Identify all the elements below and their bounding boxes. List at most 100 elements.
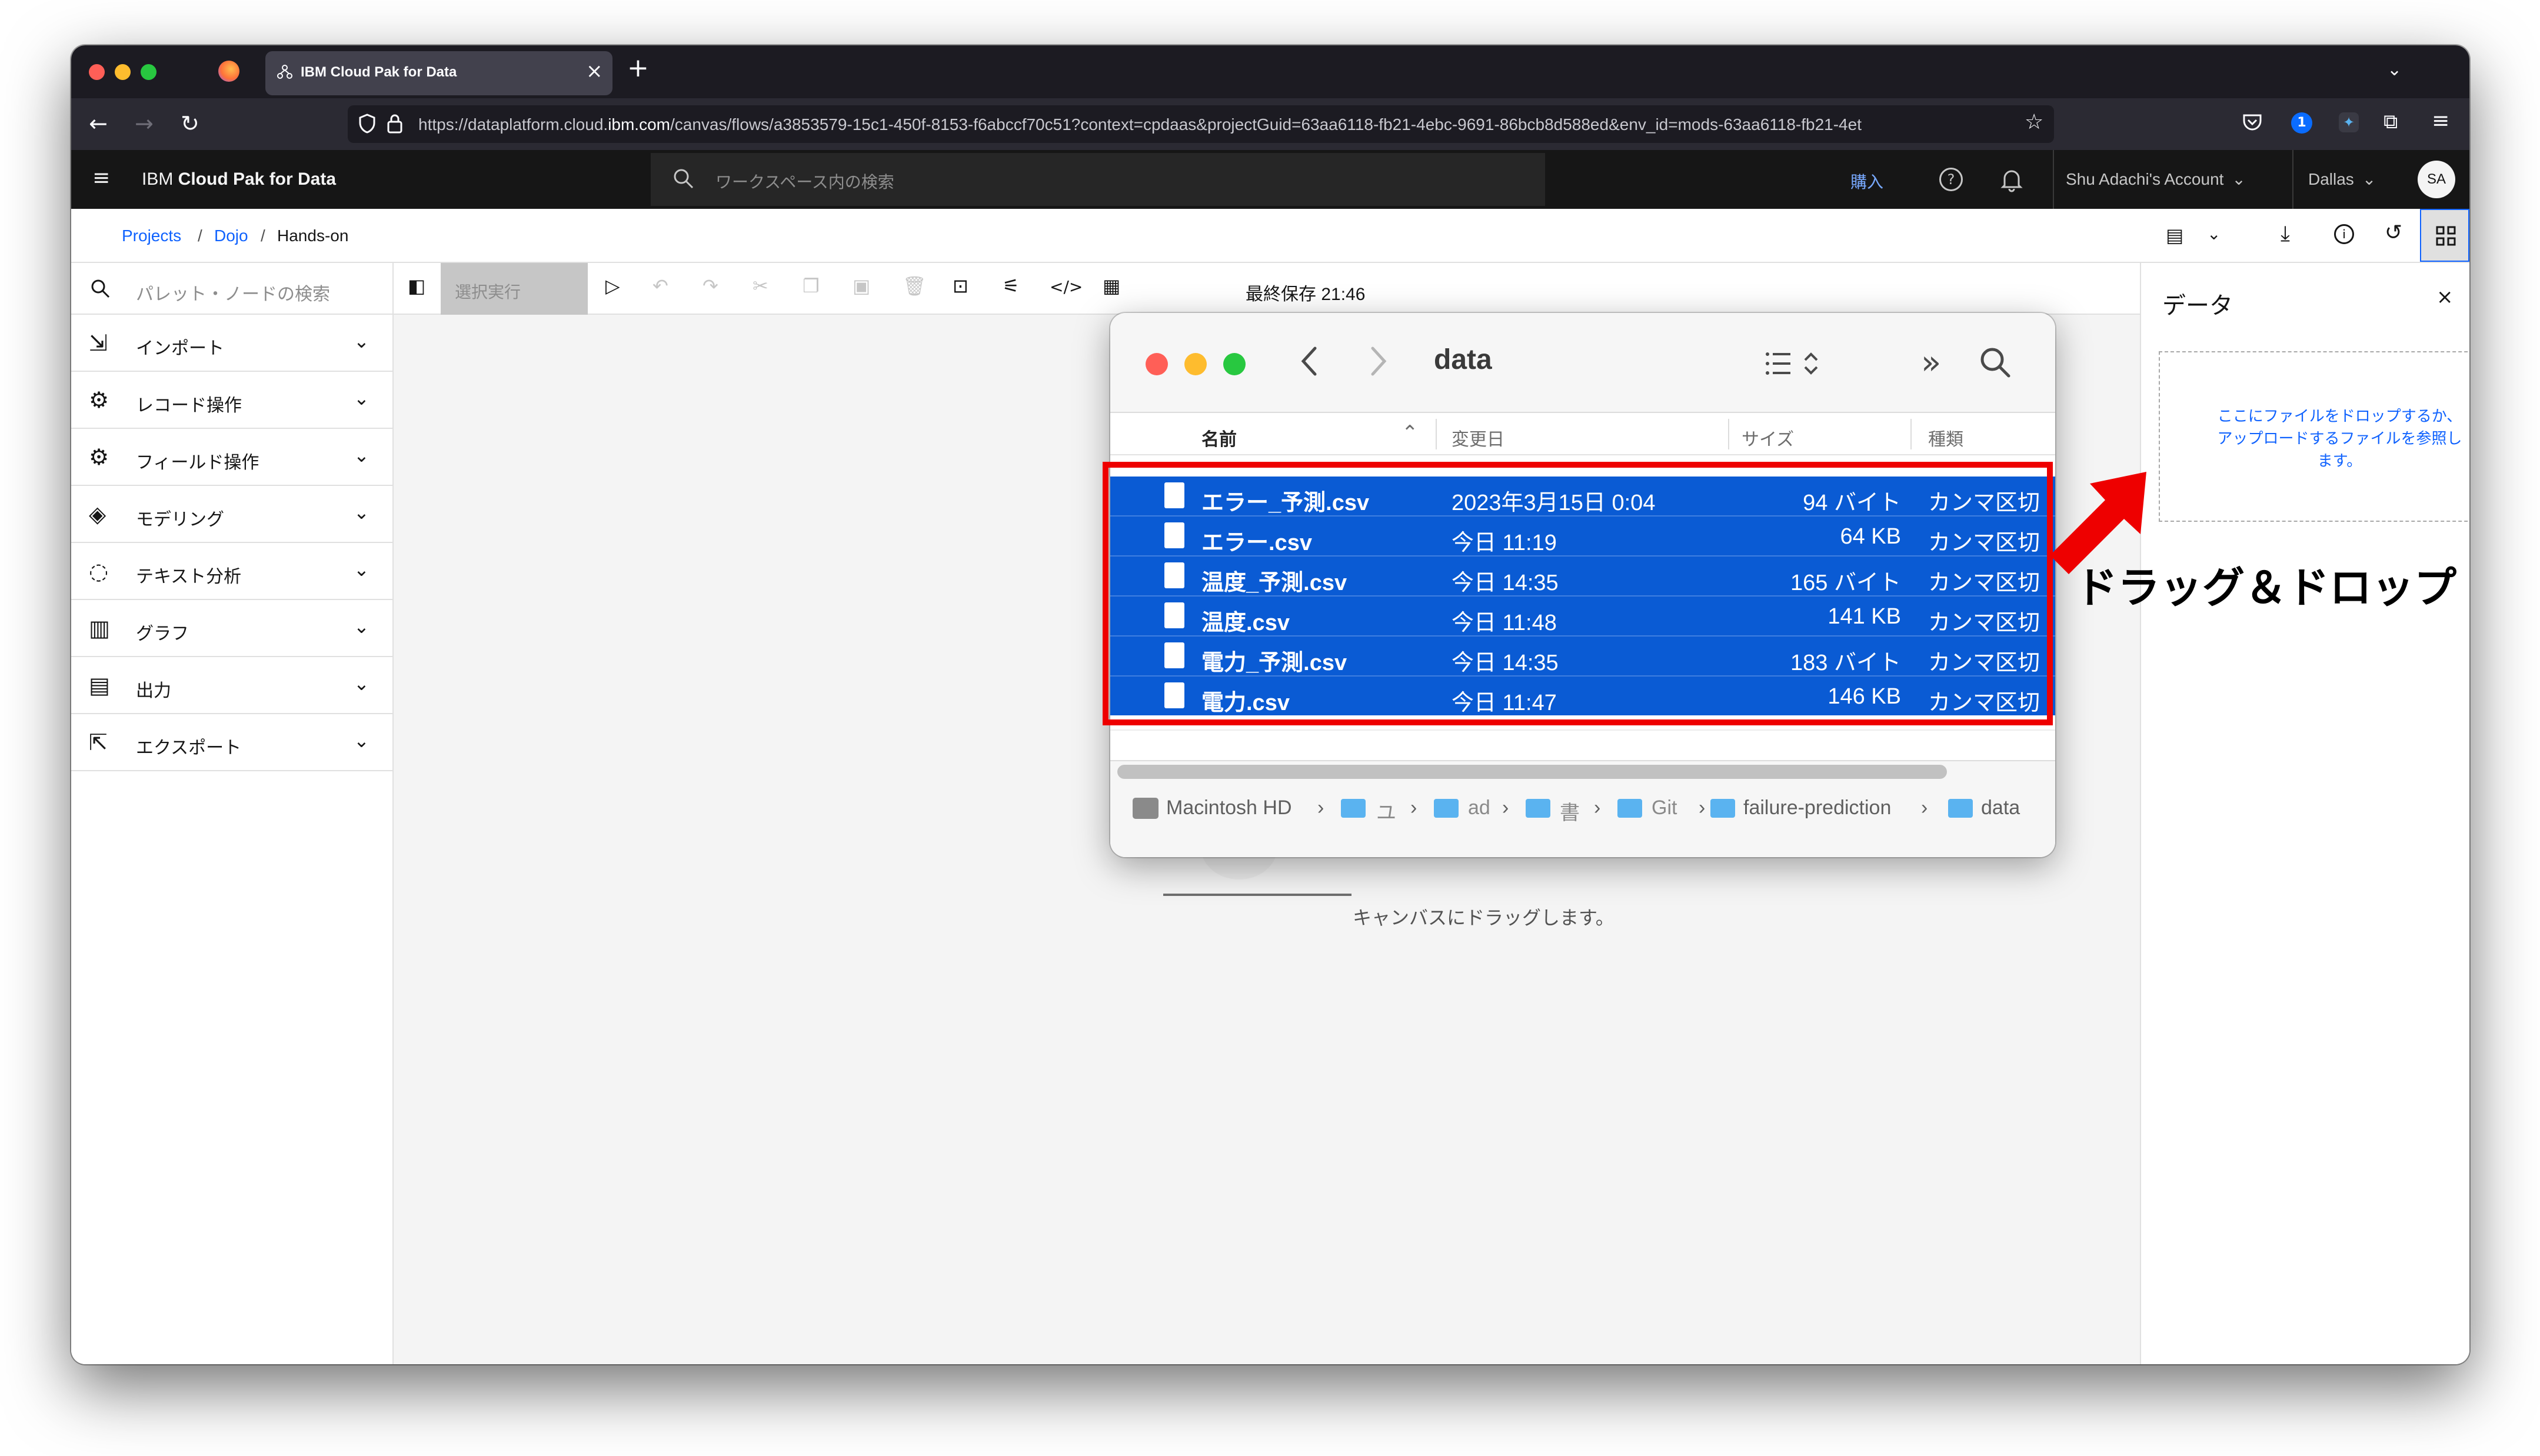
product-title[interactable]: IBM Cloud Pak for Data [142, 169, 336, 189]
sort-ascending-chevron-icon[interactable]: ⌃ [1402, 421, 1419, 445]
cut-icon[interactable]: ✂ [753, 275, 768, 297]
finder-view-options-chevron-icon[interactable] [1802, 349, 1820, 378]
flow-settings-icon[interactable]: ▤ [2166, 224, 2183, 246]
path-segment[interactable]: ユ [1376, 797, 1396, 825]
flow-settings-chevron-icon[interactable]: ⌄ [2207, 224, 2221, 244]
palette-search-placeholder: パレット・ノードの検索 [136, 285, 330, 304]
export-icon: ⇱ [89, 729, 108, 755]
url-bar[interactable]: https://dataplatform.cloud.ibm.com/canva… [348, 105, 2054, 143]
header-divider [2053, 150, 2054, 209]
download-icon[interactable]: ⤓ [2281, 222, 2290, 246]
bookmark-star-icon[interactable]: ☆ [2025, 110, 2043, 134]
path-segment[interactable]: data [1981, 797, 2020, 819]
new-tab-button[interactable]: + [627, 54, 649, 83]
undo-icon[interactable]: ↶ [653, 275, 668, 297]
finder-search-icon[interactable] [1979, 346, 2012, 379]
palette-category-output[interactable]: ▤ 出力 ⌄ [71, 657, 394, 714]
record-ops-icon: ⚙ [89, 387, 109, 413]
chevron-down-icon: ⌄ [354, 444, 369, 467]
last-saved-status: 最終保存 21:46 [1246, 285, 1366, 304]
palette-category-field-ops[interactable]: ⚙ フィールド操作 ⌄ [71, 429, 394, 486]
ibm-header: ≡ IBM Cloud Pak for Data ワークスペース内の検索 購入 … [71, 150, 2469, 209]
workspace-search-input[interactable]: ワークスペース内の検索 [651, 153, 1545, 206]
path-segment[interactable]: ad [1468, 797, 1490, 819]
toggle-palette-icon[interactable]: ◧ [408, 275, 425, 297]
history-icon[interactable]: ↺ [2385, 221, 2402, 245]
list-all-tabs-icon[interactable]: ⌄ [2387, 59, 2402, 80]
breadcrumb-dojo-link[interactable]: Dojo [214, 226, 248, 245]
finder-close-button[interactable] [1146, 353, 1168, 375]
column-modified[interactable]: 変更日 [1452, 425, 1504, 451]
comment-icon[interactable]: ⊡ [953, 275, 968, 297]
tab-ibm-cloud-pak[interactable]: IBM Cloud Pak for Data × [265, 51, 612, 95]
path-separator: › [1594, 797, 1601, 819]
breadcrumb-separator: / [198, 226, 202, 245]
code-icon[interactable]: </> [1050, 277, 1083, 296]
palette-category-text-analytics[interactable]: ◌ テキスト分析 ⌄ [71, 543, 394, 600]
palette-search-input[interactable]: パレット・ノードの検索 [71, 263, 394, 315]
tracking-shield-icon[interactable] [358, 114, 376, 134]
url-prefix: https://dataplatform.cloud. [418, 115, 608, 134]
url-text[interactable]: https://dataplatform.cloud.ibm.com/canva… [418, 115, 1862, 134]
settings-sliders-icon[interactable]: ⚟ [1003, 275, 1020, 297]
run-flow-icon[interactable]: ▷ [605, 275, 620, 297]
horizontal-scrollbar[interactable] [1117, 765, 1947, 779]
finder-minimize-button[interactable] [1184, 353, 1207, 375]
region-switcher[interactable]: Dallas ⌄ [2308, 169, 2376, 189]
finder-folder-title: data [1434, 344, 1492, 375]
chevron-down-icon: ⌄ [354, 501, 369, 524]
palette-category-import[interactable]: ⇲ インポート ⌄ [71, 315, 394, 372]
path-separator: › [1502, 797, 1509, 819]
palette-category-export[interactable]: ⇱ エクスポート ⌄ [71, 714, 394, 771]
path-segment[interactable]: 書 [1560, 797, 1580, 825]
path-segment[interactable]: failure-prediction [1743, 797, 1891, 819]
file-drop-zone[interactable]: ここにファイルをドロップするか、 アップロードするファイルを参照し ます。 [2159, 351, 2469, 522]
avatar[interactable]: SA [2418, 161, 2455, 198]
copy-icon[interactable]: ❐ [803, 275, 820, 297]
palette-category-modeling[interactable]: ◈ モデリング ⌄ [71, 486, 394, 543]
column-name[interactable]: 名前 [1201, 425, 1237, 451]
app-menu-icon[interactable]: ≡ [2432, 109, 2449, 133]
info-icon[interactable]: i [2334, 224, 2354, 244]
close-tab-icon[interactable]: × [586, 59, 603, 83]
breadcrumb: Projects / Dojo / Hands-on ▤ ⌄ ⤓ i ↺ [71, 209, 2469, 263]
column-size[interactable]: サイズ [1742, 425, 1794, 451]
back-arrow-icon[interactable]: ← [89, 109, 108, 138]
account-switcher[interactable]: Shu Adachi's Account ⌄ [2066, 169, 2246, 189]
path-segment[interactable]: Macintosh HD [1166, 797, 1292, 819]
palette-category-record-ops[interactable]: ⚙ レコード操作 ⌄ [71, 372, 394, 429]
flow-properties-icon[interactable]: ▦ [1103, 275, 1120, 297]
lock-icon[interactable] [387, 114, 403, 134]
finder-list-view-icon[interactable] [1765, 349, 1801, 378]
palette-category-graph[interactable]: ▥ グラフ ⌄ [71, 600, 394, 657]
buy-link[interactable]: 購入 [1850, 169, 1883, 193]
forward-arrow-icon[interactable]: → [135, 109, 154, 138]
hamburger-menu-icon[interactable]: ≡ [92, 166, 110, 190]
paste-icon[interactable]: ▣ [853, 275, 870, 297]
path-segment[interactable]: Git [1652, 797, 1677, 819]
redo-icon[interactable]: ↷ [703, 275, 718, 297]
finder-zoom-button[interactable] [1223, 353, 1246, 375]
drop-zone-text[interactable]: ここにファイルをドロップするか、 アップロードするファイルを参照し ます。 [2160, 405, 2469, 472]
minimize-window-button[interactable] [115, 64, 131, 80]
notifications-bell-icon[interactable] [2000, 166, 2023, 192]
finder-forward-icon[interactable] [1367, 342, 1390, 380]
assets-panel-toggle[interactable] [2420, 209, 2469, 262]
run-selection-button[interactable]: 選択実行 [441, 263, 588, 315]
breadcrumb-projects-link[interactable]: Projects [122, 226, 181, 245]
extensions-puzzle-icon[interactable]: ⧉ [2383, 110, 2398, 134]
translator-extension-icon[interactable]: ✦ [2339, 112, 2359, 132]
palette-category-label: テキスト分析 [136, 567, 242, 587]
delete-icon[interactable]: 🗑 [903, 275, 927, 297]
pocket-icon[interactable] [2242, 114, 2262, 131]
password-manager-extension-icon[interactable]: 1 [2291, 112, 2312, 134]
zoom-window-button[interactable] [141, 64, 157, 80]
help-icon[interactable]: ? [1939, 168, 1963, 191]
finder-more-toolbar-icon[interactable]: » [1921, 344, 1941, 382]
close-window-button[interactable] [89, 64, 105, 80]
reload-icon[interactable]: ↻ [181, 109, 199, 138]
column-kind[interactable]: 種類 [1928, 425, 1963, 451]
close-panel-icon[interactable]: × [2436, 285, 2454, 309]
chevron-down-icon: ⌄ [354, 729, 369, 752]
finder-back-icon[interactable] [1297, 342, 1321, 380]
